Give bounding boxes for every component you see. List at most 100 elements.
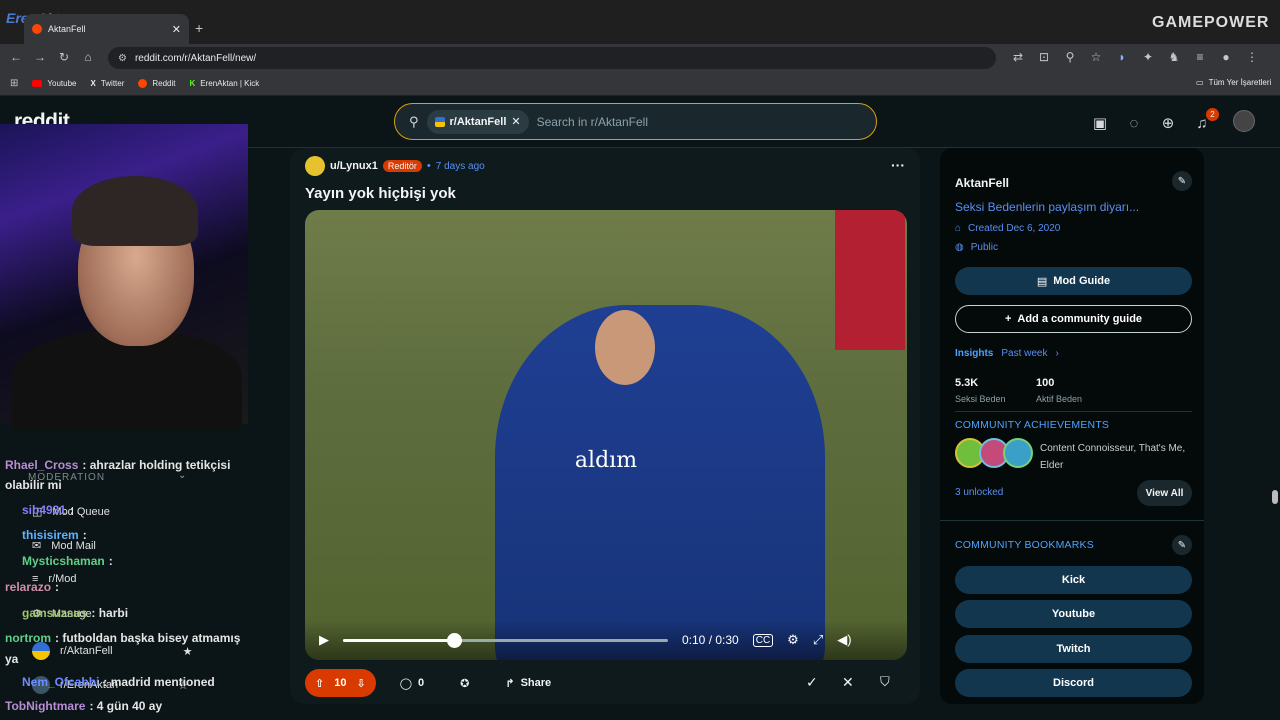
reddit-icon bbox=[138, 79, 148, 88]
insights-label: Insights bbox=[955, 348, 994, 359]
home-icon[interactable]: ⌂ bbox=[80, 50, 96, 64]
seek-handle[interactable] bbox=[446, 632, 462, 648]
user-avatar[interactable] bbox=[1233, 110, 1255, 132]
media-icon[interactable]: ≡ bbox=[1192, 50, 1208, 64]
youtube-icon bbox=[32, 80, 43, 87]
page-scrollbar[interactable] bbox=[1272, 490, 1278, 504]
divider bbox=[955, 411, 1192, 412]
x-icon: X bbox=[90, 79, 96, 88]
chat-text: : harbi bbox=[91, 606, 129, 620]
translate-icon[interactable]: ⇄ bbox=[1010, 50, 1026, 64]
extensions-icon[interactable]: ✦ bbox=[1140, 50, 1156, 64]
bookmarks-bar: ⊞ Youtube X Twitter Reddit K ErenAktan | K… bbox=[0, 72, 1280, 96]
apps-grid-icon[interactable]: ⊞ bbox=[10, 78, 18, 89]
upvote-icon[interactable]: ⇧ bbox=[315, 677, 324, 690]
bookmark-twitter[interactable]: X Twitter bbox=[90, 79, 124, 88]
favorite-star-icon[interactable]: ★ bbox=[183, 645, 193, 658]
site-info-icon[interactable]: ⚙ bbox=[118, 53, 127, 64]
chat-user: thisisirem bbox=[22, 528, 79, 542]
profile-icon[interactable]: ● bbox=[1218, 50, 1234, 64]
close-tab-icon[interactable]: ✕ bbox=[172, 23, 181, 36]
visibility-label: Public bbox=[970, 242, 998, 253]
chip-remove-icon[interactable]: ✕ bbox=[511, 115, 520, 128]
install-icon[interactable]: ⊡ bbox=[1036, 50, 1052, 64]
back-icon[interactable]: ← bbox=[8, 50, 24, 64]
menu-icon[interactable]: ⋮ bbox=[1244, 50, 1260, 64]
mod-guide-button[interactable]: ▤ Mod Guide bbox=[955, 267, 1192, 295]
edit-icon[interactable]: ✎ bbox=[1172, 171, 1192, 191]
zoom-icon[interactable]: ⚲ bbox=[1062, 50, 1078, 64]
play-icon[interactable]: ▶ bbox=[319, 632, 329, 648]
url-field[interactable]: ⚙ reddit.com/r/AktanFell/new/ bbox=[108, 47, 996, 69]
post-options-icon[interactable]: ··· bbox=[891, 157, 905, 173]
reload-icon[interactable]: ↻ bbox=[56, 50, 72, 64]
chat-text: : madrid mentioned bbox=[103, 675, 215, 689]
bookmark-kick[interactable]: K ErenAktan | Kick bbox=[190, 79, 260, 88]
video-player-head bbox=[595, 310, 655, 385]
author-avatar[interactable] bbox=[305, 156, 325, 176]
mod-shield-icon[interactable]: ⛉ bbox=[880, 674, 890, 690]
webcam-hair bbox=[72, 176, 198, 246]
notification-badge: 2 bbox=[1206, 108, 1219, 121]
gamepower-logo: GAMEPOWER bbox=[1152, 14, 1270, 31]
stat-value: 5.3K bbox=[955, 377, 979, 389]
bookmark-youtube-button[interactable]: Youtube bbox=[955, 600, 1192, 628]
incognito-icon[interactable]: ♞ bbox=[1166, 50, 1182, 64]
video-player-figure bbox=[495, 305, 825, 660]
new-tab-icon[interactable]: + bbox=[195, 20, 203, 36]
chat-text: : 4 gün 40 ay bbox=[89, 699, 163, 713]
chat-text: : bbox=[55, 580, 60, 594]
share-icon: ↱ bbox=[505, 677, 515, 690]
bookmark-youtube[interactable]: Youtube bbox=[32, 79, 76, 88]
volume-icon[interactable]: ◀) bbox=[837, 632, 851, 648]
seek-bar[interactable] bbox=[343, 632, 668, 648]
add-guide-label: Add a community guide bbox=[1017, 313, 1143, 325]
downvote-icon[interactable]: ⇩ bbox=[356, 677, 365, 690]
advertise-icon[interactable]: ▣ bbox=[1089, 112, 1111, 134]
search-input[interactable]: Search in r/AktanFell bbox=[537, 115, 648, 129]
chat-icon[interactable]: ◌ bbox=[1123, 112, 1145, 134]
add-community-guide-button[interactable]: + Add a community guide bbox=[955, 305, 1192, 333]
chevron-right-icon[interactable]: › bbox=[1055, 348, 1058, 359]
bookmark-twitch-button[interactable]: Twitch bbox=[955, 635, 1192, 663]
extension-audio-icon[interactable]: ◗ bbox=[1114, 50, 1130, 64]
bookmark-reddit[interactable]: Reddit bbox=[138, 79, 176, 88]
past-week-dropdown[interactable]: Past week bbox=[1001, 348, 1047, 359]
vote-count: 10 bbox=[334, 677, 347, 689]
bookmark-discord-button[interactable]: Discord bbox=[955, 669, 1192, 697]
edit-icon[interactable]: ✎ bbox=[1172, 535, 1192, 555]
post-title[interactable]: Yayın yok hiçbişi yok bbox=[305, 185, 456, 202]
browser-tab[interactable]: AktanFell ✕ bbox=[24, 14, 189, 44]
approve-icon[interactable]: ✓ bbox=[806, 674, 818, 691]
view-all-button[interactable]: View All bbox=[1137, 480, 1192, 506]
all-bookmarks[interactable]: ▭ Tüm Yer İşaretleri bbox=[1196, 78, 1271, 87]
create-post-icon[interactable]: ⊕ bbox=[1157, 112, 1179, 134]
divider bbox=[940, 520, 1204, 521]
post-time: 7 days ago bbox=[435, 160, 485, 172]
award-button[interactable]: ✪ bbox=[448, 669, 481, 697]
guide-icon: ▤ bbox=[1036, 275, 1048, 288]
post-author[interactable]: u/Lynux1 bbox=[330, 160, 378, 172]
globe-icon: ◍ bbox=[955, 242, 964, 253]
bookmark-label: Youtube bbox=[47, 79, 77, 88]
search-bar[interactable]: ⚲ r/AktanFell ✕ Search in r/AktanFell bbox=[394, 103, 877, 140]
remove-icon[interactable]: ✕ bbox=[842, 674, 854, 691]
bookmark-kick-button[interactable]: Kick bbox=[955, 566, 1192, 594]
unlocked-count: 3 unlocked bbox=[955, 487, 1004, 498]
comments-button[interactable]: ◯ 0 bbox=[388, 669, 436, 697]
fullscreen-icon[interactable]: ⤢ bbox=[813, 632, 823, 648]
chat-user: sib4931 bbox=[22, 503, 67, 517]
bookmark-star-icon[interactable]: ☆ bbox=[1088, 50, 1104, 64]
chat-message: relarazo: bbox=[5, 580, 59, 594]
achievement-names: Content Connoisseur, That's Me, Elder bbox=[1040, 443, 1186, 471]
chat-message: Nem_Ofcabbi: madrid mentioned bbox=[22, 675, 215, 689]
captions-icon[interactable]: CC bbox=[752, 633, 774, 647]
video-player[interactable]: aldım ▶ 0:10 / 0:30 CC ⚙ ⤢ ◀) bbox=[305, 210, 907, 660]
cake-icon: ⌂ bbox=[955, 223, 962, 234]
share-button[interactable]: ↱ Share bbox=[493, 669, 563, 697]
forward-icon[interactable]: → bbox=[32, 50, 48, 64]
subreddit-chip[interactable]: r/AktanFell ✕ bbox=[426, 109, 529, 134]
achievements-title: COMMUNITY ACHIEVEMENTS bbox=[955, 419, 1110, 431]
settings-gear-icon[interactable]: ⚙ bbox=[787, 632, 799, 648]
achievement-badges[interactable] bbox=[955, 438, 1033, 468]
